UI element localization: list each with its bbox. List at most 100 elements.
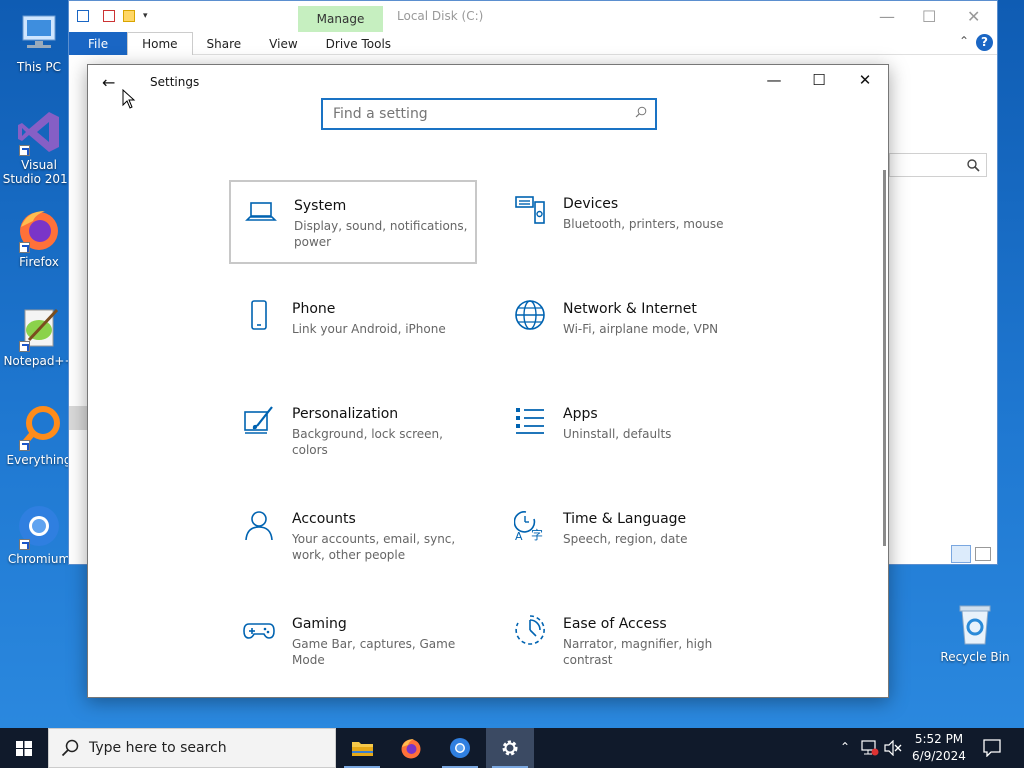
desktop-icon-notepad-plus[interactable]: Notepad++ [2,304,76,368]
game-controller-icon [243,623,275,639]
desktop-icon-everything[interactable]: Everything [2,403,76,467]
taskbar-search-text: Type here to search [89,740,227,756]
visual-studio-icon [15,108,63,156]
tile-title: Apps [563,406,598,422]
tile-network-internet[interactable]: Network & Internet Wi-Fi, airplane mode,… [500,285,748,369]
taskbar-firefox[interactable] [387,728,435,768]
phone-icon [251,300,267,330]
tile-subtitle: Your accounts, email, sync, work, other … [292,532,456,562]
tab-file[interactable]: File [69,32,128,55]
chromium-icon [450,738,470,758]
collapse-ribbon-icon[interactable]: ⌃ [959,34,969,48]
close-button[interactable]: ✕ [967,7,980,26]
desktop-icon-label: Recycle Bin [940,650,1010,664]
desktop-icon-label: Chromium [7,552,71,566]
ribbon-tabs: File Home Share View Drive Tools [69,32,997,55]
tile-apps[interactable]: Apps Uninstall, defaults [500,390,748,474]
shortcut-arrow-icon [19,440,30,451]
paint-brush-icon [244,406,273,434]
help-icon[interactable]: ? [976,34,993,51]
window-title: Settings [150,75,200,89]
tile-personalization[interactable]: Personalization Background, lock screen,… [229,390,477,474]
taskbar-search-box[interactable]: Type here to search [48,728,336,768]
settings-search-box[interactable] [321,98,657,130]
notepad-plus-icon [15,304,63,352]
tile-phone[interactable]: Phone Link your Android, iPhone [229,285,477,369]
search-icon [967,159,980,172]
minimize-button[interactable]: — [879,7,895,26]
network-disconnected-icon[interactable] [861,740,879,756]
tile-title: Accounts [292,511,356,527]
desktop-icon-this-pc[interactable]: This PC [2,10,76,74]
taskbar-chromium[interactable] [436,728,484,768]
manage-context-tab[interactable]: Manage [298,6,383,32]
tile-title: Ease of Access [563,616,667,632]
keyboard-speaker-icon [515,196,545,224]
maximize-button[interactable]: ☐ [922,7,936,26]
desktop-icon-label: Visual Studio 2017 [2,158,76,186]
tile-title: Personalization [292,406,399,422]
search-icon [61,739,79,757]
search-icon [635,106,647,118]
details-view-icon[interactable] [951,545,971,563]
large-icons-view-icon[interactable] [975,547,991,561]
tab-view[interactable]: View [255,32,311,55]
tile-subtitle: Background, lock screen, colors [292,427,443,457]
tile-devices[interactable]: Devices Bluetooth, printers, mouse [500,180,748,264]
desktop-icon-visual-studio[interactable]: Visual Studio 2017 [2,108,76,186]
chevron-up-icon[interactable]: ⌃ [840,740,850,754]
time-language-icon: A字 [514,511,543,541]
taskbar: Type here to search ⌃ 5:52 PM 6/9/2024 [0,728,1024,768]
settings-window[interactable]: ← Settings — ☐ ✕ System Display, sound, … [87,64,889,698]
firefox-icon [401,739,421,759]
computer-icon [15,10,63,58]
desktop-icon-label: This PC [17,60,61,74]
taskbar-settings[interactable] [486,728,534,768]
system-clock[interactable]: 5:52 PM 6/9/2024 [900,731,978,765]
tile-accounts[interactable]: Accounts Your accounts, email, sync, wor… [229,495,477,579]
tab-drive-tools[interactable]: Drive Tools [312,32,405,55]
back-arrow-icon[interactable]: ← [102,73,115,92]
tile-system[interactable]: System Display, sound, notifications, po… [229,180,477,264]
maximize-button[interactable]: ☐ [799,71,839,89]
explorer-search-box[interactable] [889,153,987,177]
tile-subtitle: Display, sound, notifications, power [294,219,468,249]
tile-subtitle: Game Bar, captures, Game Mode [292,637,456,667]
chevron-down-icon[interactable]: ▾ [143,11,148,21]
tile-gaming[interactable]: Gaming Game Bar, captures, Game Mode [229,600,477,684]
tile-time-language[interactable]: A字 Time & Language Speech, region, date [500,495,748,579]
check-icon[interactable] [103,10,115,22]
chromium-icon [15,502,63,550]
shortcut-arrow-icon [19,242,30,253]
recycle-bin-icon [951,600,999,648]
minimize-button[interactable]: — [754,71,794,89]
folder-icon [352,742,373,756]
window-title: Local Disk (C:) [397,9,484,23]
search-input[interactable] [323,100,623,128]
tab-share[interactable]: Share [193,32,256,55]
shortcut-arrow-icon [19,341,30,352]
close-button[interactable]: ✕ [845,71,885,89]
desktop-icon-firefox[interactable]: Firefox [2,205,76,269]
desktop-icon-label: Everything [6,453,72,467]
desktop-icon-recycle-bin[interactable]: Recycle Bin [938,600,1012,664]
desktop-icon-chromium[interactable]: Chromium [2,502,76,566]
tile-ease-of-access[interactable]: Ease of Access Narrator, magnifier, high… [500,600,748,684]
shortcut-arrow-icon [19,145,30,156]
taskbar-file-explorer[interactable] [338,728,386,768]
tab-home[interactable]: Home [127,32,193,55]
tile-title: System [294,198,347,214]
clock-time: 5:52 PM [914,732,964,746]
firefox-icon [15,205,63,253]
tile-title: Phone [292,301,336,317]
tile-subtitle: Link your Android, iPhone [292,322,446,336]
svg-text:字: 字 [531,527,543,541]
ease-of-access-icon [515,615,545,645]
start-button[interactable] [0,728,48,768]
properties-icon[interactable] [77,10,89,22]
quick-access-toolbar: ▾ [69,1,997,31]
notification-center-icon[interactable] [983,739,1001,757]
folder-icon[interactable] [123,10,135,22]
scrollbar[interactable] [883,170,886,546]
desktop-icon-label: Notepad++ [3,354,75,368]
